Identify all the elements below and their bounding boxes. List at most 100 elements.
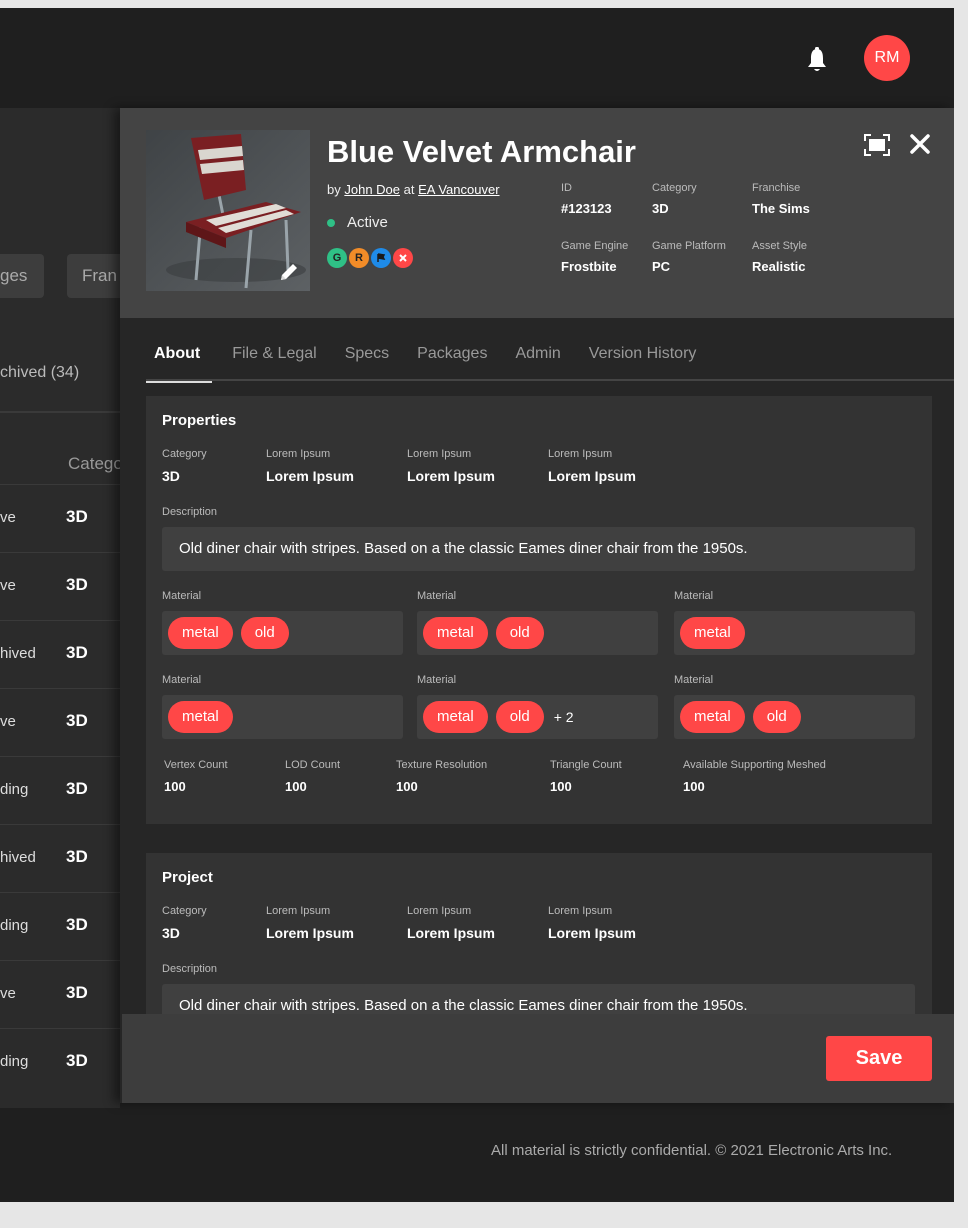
tab-admin[interactable]: Admin bbox=[515, 343, 560, 383]
row-status: ding bbox=[0, 917, 29, 934]
tag-chip[interactable]: old bbox=[495, 701, 544, 733]
material-field-5: Material metal old + 2 bbox=[417, 674, 658, 739]
material-field-2: Material metal old bbox=[417, 590, 658, 655]
avatar[interactable]: RM bbox=[864, 35, 910, 81]
material-input-6[interactable]: metal old bbox=[674, 695, 915, 739]
tag-chip[interactable]: metal bbox=[680, 701, 745, 733]
material-input-1[interactable]: metal old bbox=[162, 611, 403, 655]
row-category: 3D bbox=[66, 847, 88, 866]
tab-about[interactable]: About bbox=[146, 343, 213, 383]
row-status: ding bbox=[0, 1053, 29, 1070]
proj-field-4: Lorem Ipsum Lorem Ipsum bbox=[548, 905, 636, 941]
tag-chip[interactable]: old bbox=[240, 617, 289, 649]
more-tags-count[interactable]: + 2 bbox=[554, 709, 574, 725]
description-field[interactable]: Old diner chair with stripes. Based on a… bbox=[162, 527, 915, 571]
project-description-label: Description bbox=[162, 963, 218, 975]
tag-chip[interactable]: old bbox=[752, 701, 801, 733]
studio-link[interactable]: EA Vancouver bbox=[418, 182, 499, 197]
material-field-6: Material metal old bbox=[674, 674, 915, 739]
table-row[interactable]: ve 3D bbox=[0, 688, 120, 756]
texture-resolution: Texture Resolution 100 bbox=[396, 759, 488, 794]
tag-chip[interactable]: metal bbox=[168, 617, 233, 649]
row-category: 3D bbox=[66, 779, 88, 798]
row-status: hived bbox=[0, 849, 36, 866]
row-status: ve bbox=[0, 509, 16, 526]
row-category: 3D bbox=[66, 983, 88, 1002]
table-row[interactable]: ve 3D bbox=[0, 960, 120, 1028]
proj-field-2: Lorem Ipsum Lorem Ipsum bbox=[266, 905, 354, 941]
badge-r: R bbox=[349, 248, 369, 268]
meta-game-platform: Game Platform PC bbox=[652, 240, 726, 274]
row-status: ve bbox=[0, 577, 16, 594]
prop-field-category: Category 3D bbox=[162, 448, 207, 484]
tab-file-legal[interactable]: File & Legal bbox=[232, 343, 317, 383]
table-row[interactable]: ding 3D bbox=[0, 1028, 120, 1096]
material-input-3[interactable]: metal bbox=[674, 611, 915, 655]
tag-chip[interactable]: metal bbox=[680, 617, 745, 649]
material-field-1: Material metal old bbox=[162, 590, 403, 655]
edit-pencil-icon[interactable] bbox=[278, 261, 300, 283]
prop-field-3: Lorem Ipsum Lorem Ipsum bbox=[407, 448, 495, 484]
table-row[interactable]: hived 3D bbox=[0, 620, 120, 688]
tab-version-history[interactable]: Version History bbox=[589, 343, 697, 383]
detail-tabs: About File & Legal Specs Packages Admin … bbox=[146, 343, 724, 383]
panel-footer: Save bbox=[122, 1014, 954, 1103]
material-input-4[interactable]: metal bbox=[162, 695, 403, 739]
row-status: ding bbox=[0, 781, 29, 798]
background-asset-list: ges Fran chived (34) Catego ve 3D ve 3D hive… bbox=[0, 108, 120, 1108]
tab-packages[interactable]: Packages bbox=[417, 343, 487, 383]
flag-icon bbox=[371, 248, 391, 268]
material-field-3: Material metal bbox=[674, 590, 915, 655]
meta-franchise: Franchise The Sims bbox=[752, 182, 810, 216]
close-icon[interactable] bbox=[909, 133, 931, 155]
row-category: 3D bbox=[66, 915, 88, 934]
row-category: 3D bbox=[66, 575, 88, 594]
table-row[interactable]: ve 3D bbox=[0, 552, 120, 620]
status-indicator: Active bbox=[327, 214, 388, 231]
tab-specs[interactable]: Specs bbox=[345, 343, 389, 383]
author-link[interactable]: John Doe bbox=[344, 182, 400, 197]
row-category: 3D bbox=[66, 507, 88, 526]
lod-count: LOD Count 100 bbox=[285, 759, 341, 794]
tabs-divider bbox=[146, 379, 954, 381]
tag-chip[interactable]: metal bbox=[423, 617, 488, 649]
asset-header: Blue Velvet Armchair by John Doe at EA V… bbox=[120, 108, 954, 318]
badge-row: G R bbox=[327, 248, 415, 268]
copyright-text: All material is strictly confidential. ©… bbox=[491, 1142, 893, 1159]
filter-button-franchise[interactable]: Fran bbox=[67, 254, 120, 298]
x-icon bbox=[393, 248, 413, 268]
row-category: 3D bbox=[66, 643, 88, 662]
column-header-category[interactable]: Catego bbox=[68, 454, 120, 474]
asset-byline: by John Doe at EA Vancouver bbox=[327, 182, 500, 197]
top-bar: RM bbox=[0, 8, 954, 108]
by-word: by bbox=[327, 182, 341, 197]
asset-detail-panel: Blue Velvet Armchair by John Doe at EA V… bbox=[120, 108, 954, 1103]
meta-category: Category 3D bbox=[652, 182, 697, 216]
material-input-2[interactable]: metal old bbox=[417, 611, 658, 655]
tab-archived[interactable]: chived (34) bbox=[0, 364, 79, 382]
status-dot bbox=[327, 218, 335, 227]
properties-card: Properties Category 3D Lorem Ipsum Lorem I… bbox=[146, 396, 932, 824]
tag-chip[interactable]: metal bbox=[168, 701, 233, 733]
meta-id: ID #123123 bbox=[561, 182, 612, 216]
tag-chip[interactable]: metal bbox=[423, 701, 488, 733]
tag-chip[interactable]: old bbox=[495, 617, 544, 649]
bell-icon[interactable] bbox=[806, 47, 828, 73]
table-row[interactable]: ve 3D bbox=[0, 484, 120, 552]
table-row[interactable]: ding 3D bbox=[0, 756, 120, 824]
filter-button-packages[interactable]: ges bbox=[0, 254, 44, 298]
table-row[interactable]: hived 3D bbox=[0, 824, 120, 892]
asset-thumbnail[interactable] bbox=[146, 130, 310, 291]
table-row[interactable]: ding 3D bbox=[0, 892, 120, 960]
row-status: ve bbox=[0, 713, 16, 730]
row-status: hived bbox=[0, 645, 36, 662]
status-label: Active bbox=[347, 214, 388, 231]
project-title: Project bbox=[162, 869, 213, 886]
properties-title: Properties bbox=[162, 412, 237, 429]
save-button[interactable]: Save bbox=[826, 1036, 932, 1081]
asset-table: ve 3D ve 3D hived 3D ve 3D ding 3D hived 3D ding 3D ve… bbox=[0, 484, 120, 1096]
expand-icon[interactable] bbox=[864, 134, 890, 156]
material-input-5[interactable]: metal old + 2 bbox=[417, 695, 658, 739]
at-word: at bbox=[403, 182, 415, 197]
triangle-count: Triangle Count 100 bbox=[550, 759, 622, 794]
